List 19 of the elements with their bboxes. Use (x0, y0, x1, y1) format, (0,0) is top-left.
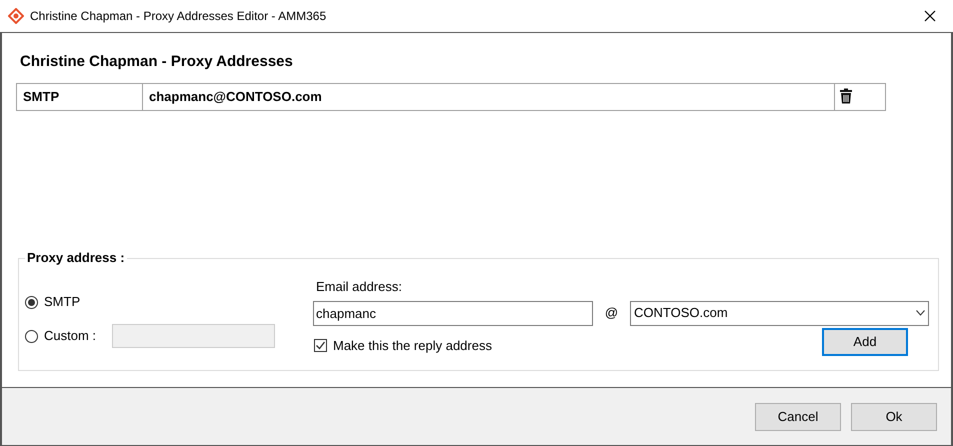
chevron-down-icon (916, 310, 925, 316)
domain-dropdown[interactable]: CONTOSO.com (630, 300, 929, 326)
app-logo-icon (8, 8, 24, 24)
check-icon (315, 340, 326, 351)
add-button[interactable]: Add (822, 328, 908, 356)
table-cell: SMTP (17, 84, 143, 110)
window-title: Christine Chapman - Proxy Addresses Editor - AMM365 (30, 8, 326, 25)
group-label: Proxy address : (25, 250, 127, 266)
radio-option[interactable]: SMTP (25, 292, 80, 312)
radio-option[interactable]: Custom : (25, 326, 96, 346)
footer-button[interactable]: Ok (851, 402, 937, 430)
at-sign: @ (604, 304, 620, 322)
trash-icon[interactable] (839, 88, 853, 104)
table-cell: chapmanc@CONTOSO.com (143, 84, 835, 110)
reply-checkbox[interactable]: Make this the reply address (314, 336, 492, 355)
email-label: Email address: (316, 278, 403, 296)
footer-button[interactable]: Cancel (755, 402, 841, 430)
email-field[interactable]: chapmanc (313, 300, 593, 326)
page-heading: Christine Chapman - Proxy Addresses (20, 52, 294, 72)
